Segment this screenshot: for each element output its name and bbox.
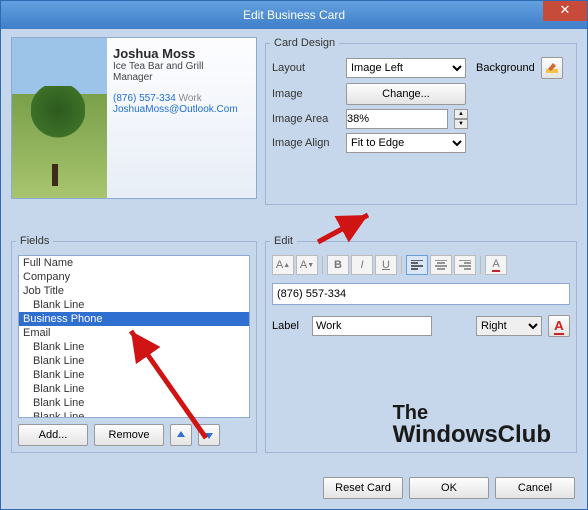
card-design-group: Card Design Layout Image Left Background… xyxy=(265,37,577,205)
image-area-input[interactable] xyxy=(346,109,448,129)
window-title: Edit Business Card xyxy=(243,8,345,22)
image-label: Image xyxy=(272,88,340,100)
edit-legend: Edit xyxy=(270,235,297,247)
label-input[interactable] xyxy=(312,316,432,336)
list-item[interactable]: Email xyxy=(19,326,249,340)
italic-button[interactable]: I xyxy=(351,255,373,275)
area-spin-down[interactable]: ▼ xyxy=(454,119,468,129)
list-item[interactable]: Blank Line xyxy=(19,340,249,354)
preview-company: Ice Tea Bar and Grill xyxy=(113,61,238,72)
list-item[interactable]: Blank Line xyxy=(19,382,249,396)
fields-list[interactable]: Full NameCompanyJob TitleBlank LineBusin… xyxy=(18,255,250,418)
preview-title: Manager xyxy=(113,72,238,83)
tree-icon xyxy=(31,86,85,146)
add-field-button[interactable]: Add... xyxy=(18,424,88,446)
list-item[interactable]: Blank Line xyxy=(19,396,249,410)
align-left-icon xyxy=(411,260,423,270)
background-label: Background xyxy=(476,62,535,74)
label-color-button[interactable]: A xyxy=(548,315,570,337)
ok-button[interactable]: OK xyxy=(409,477,489,499)
underline-button[interactable]: U xyxy=(375,255,397,275)
area-spin-up[interactable]: ▲ xyxy=(454,109,468,119)
background-color-button[interactable] xyxy=(541,57,563,79)
list-item[interactable]: Business Phone xyxy=(19,312,249,326)
move-down-button[interactable] xyxy=(198,424,220,446)
change-image-button[interactable]: Change... xyxy=(346,83,466,105)
label-label: Label xyxy=(272,320,306,332)
bold-button[interactable]: B xyxy=(327,255,349,275)
list-item[interactable]: Blank Line xyxy=(19,354,249,368)
list-item[interactable]: Company xyxy=(19,270,249,284)
card-image-placeholder xyxy=(12,38,107,198)
titlebar: Edit Business Card ✕ xyxy=(1,1,587,29)
image-align-select[interactable]: Fit to Edge xyxy=(346,133,466,153)
image-area-label: Image Area xyxy=(272,113,340,125)
format-toolbar: A▲ A▼ B I U xyxy=(272,255,570,275)
preview-phone-label: Work xyxy=(179,93,202,104)
card-design-legend: Card Design xyxy=(270,37,339,49)
arrow-up-icon xyxy=(175,429,187,441)
list-item[interactable]: Job Title xyxy=(19,284,249,298)
layout-select[interactable]: Image Left xyxy=(346,58,466,78)
preview-email[interactable]: JoshuaMoss@Outlook.Com xyxy=(113,104,238,115)
list-item[interactable]: Blank Line xyxy=(19,368,249,382)
image-align-label: Image Align xyxy=(272,137,340,149)
font-increase-button[interactable]: A▲ xyxy=(272,255,294,275)
list-item[interactable]: Blank Line xyxy=(19,298,249,312)
align-center-button[interactable] xyxy=(430,255,452,275)
label-align-select[interactable]: Right xyxy=(476,316,542,336)
watermark: The WindowsClub xyxy=(393,403,551,447)
align-right-icon xyxy=(459,260,471,270)
align-center-icon xyxy=(435,260,447,270)
paint-icon xyxy=(545,61,559,75)
align-left-button[interactable] xyxy=(406,255,428,275)
fields-group: Fields Full NameCompanyJob TitleBlank Li… xyxy=(11,235,257,453)
list-item[interactable]: Blank Line xyxy=(19,410,249,418)
reset-card-button[interactable]: Reset Card xyxy=(323,477,403,499)
card-preview: Joshua Moss Ice Tea Bar and Grill Manage… xyxy=(11,37,257,199)
arrow-down-icon xyxy=(203,429,215,441)
cancel-button[interactable]: Cancel xyxy=(495,477,575,499)
edit-group: Edit A▲ A▼ B I U xyxy=(265,235,577,453)
dialog-body: Joshua Moss Ice Tea Bar and Grill Manage… xyxy=(1,29,587,509)
edit-value-input[interactable] xyxy=(272,283,570,305)
close-button[interactable]: ✕ xyxy=(543,1,587,21)
dialog-window: Edit Business Card ✕ Joshua Moss Ice Tea… xyxy=(0,0,588,510)
move-up-button[interactable] xyxy=(170,424,192,446)
dialog-footer: Reset Card OK Cancel xyxy=(1,469,587,509)
remove-field-button[interactable]: Remove xyxy=(94,424,164,446)
font-decrease-button[interactable]: A▼ xyxy=(296,255,318,275)
preview-phone[interactable]: (876) 557-334 xyxy=(113,93,176,104)
list-item[interactable]: Full Name xyxy=(19,256,249,270)
fields-legend: Fields xyxy=(16,235,53,247)
font-color-button[interactable]: A xyxy=(485,255,507,275)
layout-label: Layout xyxy=(272,62,340,74)
align-right-button[interactable] xyxy=(454,255,476,275)
preview-name: Joshua Moss xyxy=(113,46,238,61)
tree-trunk xyxy=(52,164,58,186)
